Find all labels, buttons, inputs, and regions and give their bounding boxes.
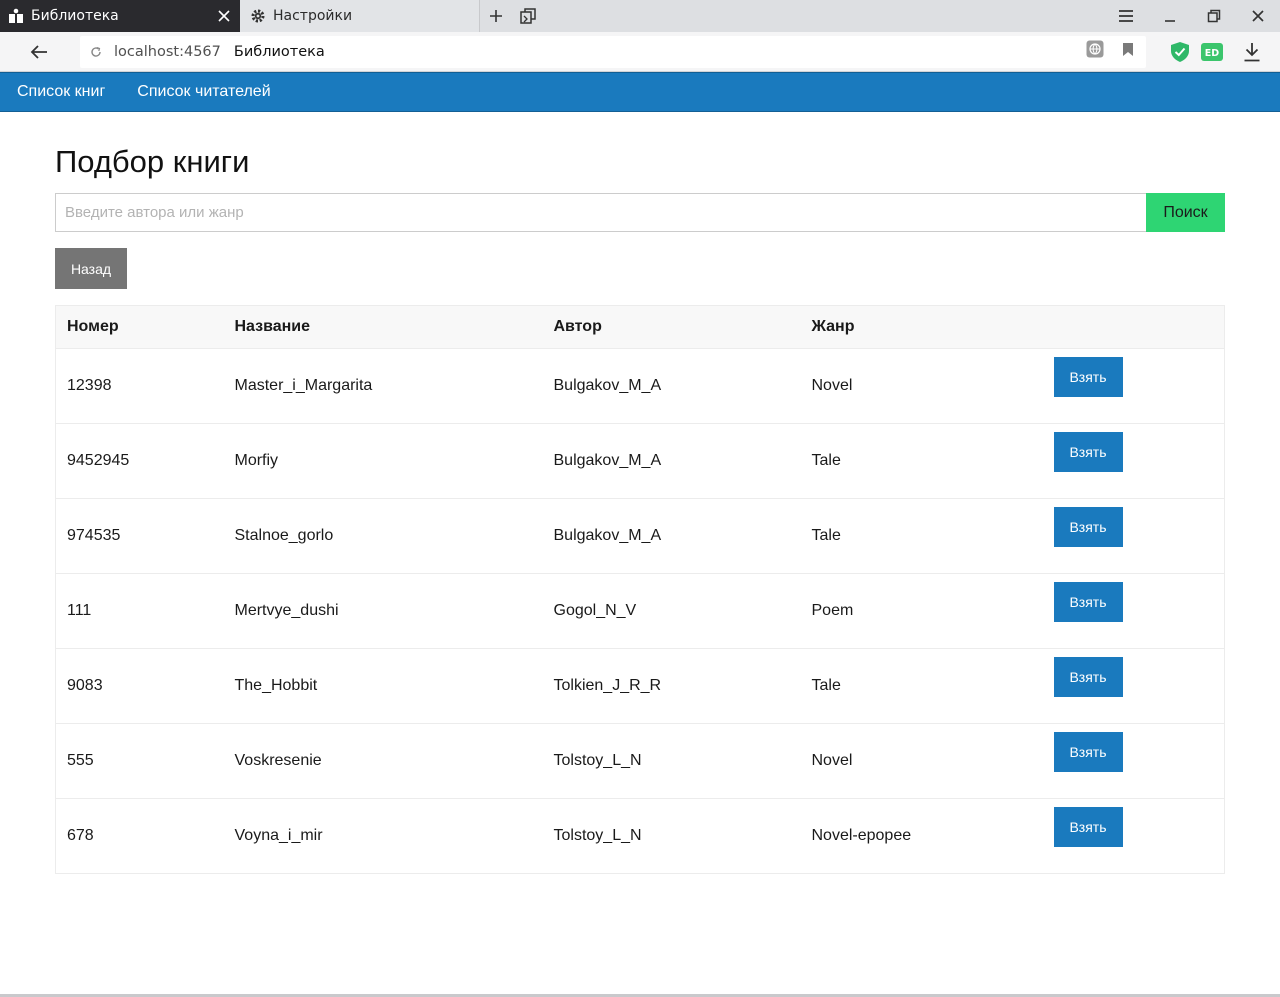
download-icon[interactable] bbox=[1241, 41, 1263, 63]
url-field[interactable]: localhost:4567 Библиотека bbox=[80, 36, 1146, 68]
reload-icon[interactable] bbox=[89, 45, 103, 59]
cell-number: 555 bbox=[67, 752, 94, 769]
cell-genre: Novel-epopee bbox=[811, 827, 912, 844]
table-row: 9452945 Morfiy Bulgakov_M_A Tale Взять bbox=[55, 423, 1225, 499]
table-row: 974535 Stalnoe_gorlo Bulgakov_M_A Tale В… bbox=[55, 498, 1225, 574]
cell-author: Gogol_N_V bbox=[553, 602, 637, 619]
back-button[interactable]: Назад bbox=[55, 248, 127, 289]
extension-ed-icon[interactable]: ED bbox=[1201, 41, 1223, 63]
header-author: Автор bbox=[553, 318, 602, 335]
cell-number: 9452945 bbox=[67, 452, 130, 469]
tab-library[interactable]: Библиотека bbox=[0, 0, 240, 32]
close-tab-icon[interactable] bbox=[216, 8, 232, 24]
cell-author: Bulgakov_M_A bbox=[553, 527, 662, 544]
take-book-button[interactable]: Взять bbox=[1053, 432, 1123, 472]
cell-title: Stalnoe_gorlo bbox=[234, 527, 334, 544]
cell-number: 678 bbox=[67, 827, 94, 844]
cell-author: Tolkien_J_R_R bbox=[553, 677, 662, 694]
restore-icon[interactable] bbox=[1204, 6, 1224, 26]
table-row: 12398 Master_i_Margarita Bulgakov_M_A No… bbox=[55, 348, 1225, 424]
back-arrow-icon[interactable] bbox=[28, 42, 50, 62]
cell-author: Tolstoy_L_N bbox=[553, 752, 642, 769]
new-tab-icon[interactable] bbox=[486, 6, 506, 26]
take-book-button[interactable]: Взять bbox=[1053, 657, 1123, 697]
tab-label: Библиотека bbox=[31, 8, 119, 24]
url-page-title: Библиотека bbox=[233, 44, 325, 60]
cell-genre: Poem bbox=[811, 602, 854, 619]
header-number: Номер bbox=[67, 318, 119, 335]
library-icon bbox=[8, 8, 24, 24]
url-host: localhost:4567 bbox=[114, 44, 221, 60]
site-navbar: Список книг Список читателей bbox=[0, 72, 1280, 112]
table-row: 678 Voyna_i_mir Tolstoy_L_N Novel-epopee… bbox=[55, 798, 1225, 874]
cell-genre: Tale bbox=[811, 452, 841, 469]
table-row: 111 Mertvye_dushi Gogol_N_V Poem Взять bbox=[55, 573, 1225, 649]
take-book-button[interactable]: Взять bbox=[1053, 582, 1123, 622]
minimize-icon[interactable] bbox=[1160, 6, 1180, 26]
page-title: Подбор книги bbox=[55, 144, 250, 179]
tab-list-icon[interactable] bbox=[518, 6, 538, 26]
bookmark-icon[interactable] bbox=[1119, 40, 1137, 58]
search-input[interactable] bbox=[55, 193, 1147, 232]
cell-title: Master_i_Margarita bbox=[234, 377, 373, 394]
cell-genre: Tale bbox=[811, 527, 841, 544]
cell-number: 12398 bbox=[67, 377, 112, 394]
cell-genre: Novel bbox=[811, 752, 853, 769]
cell-number: 111 bbox=[67, 602, 92, 619]
cell-number: 974535 bbox=[67, 527, 121, 544]
cell-genre: Novel bbox=[811, 377, 853, 394]
tab-settings[interactable]: Настройки bbox=[240, 0, 480, 32]
table-row: 9083 The_Hobbit Tolkien_J_R_R Tale Взять bbox=[55, 648, 1225, 724]
cell-title: Mertvye_dushi bbox=[234, 602, 339, 619]
cell-title: Voyna_i_mir bbox=[234, 827, 323, 844]
header-title: Название bbox=[234, 318, 311, 335]
address-bar: localhost:4567 Библиотека bbox=[0, 32, 1280, 72]
cell-action: Взять bbox=[1043, 499, 1225, 574]
table-header-row: Номер Название Автор Жанр bbox=[55, 305, 1225, 349]
header-action bbox=[1043, 306, 1225, 349]
translate-icon[interactable] bbox=[1086, 40, 1104, 58]
take-book-button[interactable]: Взять bbox=[1053, 507, 1123, 547]
cell-action: Взять bbox=[1043, 349, 1225, 424]
close-window-icon[interactable] bbox=[1248, 6, 1268, 26]
cell-genre: Tale bbox=[811, 677, 841, 694]
cell-author: Bulgakov_M_A bbox=[553, 377, 662, 394]
tab-label: Настройки bbox=[273, 8, 353, 24]
menu-icon[interactable] bbox=[1116, 6, 1136, 26]
gear-icon bbox=[250, 8, 266, 24]
cell-action: Взять bbox=[1043, 649, 1225, 724]
nav-books-list[interactable]: Список книг bbox=[17, 83, 105, 101]
cell-action: Взять bbox=[1043, 574, 1225, 649]
cell-title: Voskresenie bbox=[234, 752, 322, 769]
cell-author: Bulgakov_M_A bbox=[553, 452, 662, 469]
books-table: Номер Название Автор Жанр 12398 Master_i… bbox=[55, 305, 1225, 874]
shield-icon[interactable] bbox=[1169, 41, 1191, 63]
take-book-button[interactable]: Взять bbox=[1053, 807, 1123, 847]
cell-number: 9083 bbox=[67, 677, 103, 694]
cell-action: Взять bbox=[1043, 424, 1225, 499]
take-book-button[interactable]: Взять bbox=[1053, 357, 1123, 397]
table-row: 555 Voskresenie Tolstoy_L_N Novel Взять bbox=[55, 723, 1225, 799]
take-book-button[interactable]: Взять bbox=[1053, 732, 1123, 772]
cell-title: The_Hobbit bbox=[234, 677, 318, 694]
search-button[interactable]: Поиск bbox=[1146, 193, 1225, 232]
browser-tab-bar: Библиотека Настройки bbox=[0, 0, 1280, 32]
extension-ed-label: ED bbox=[1205, 48, 1219, 59]
header-genre: Жанр bbox=[811, 318, 855, 335]
cell-action: Взять bbox=[1043, 724, 1225, 799]
nav-readers-list[interactable]: Список читателей bbox=[137, 83, 270, 101]
cell-title: Morfiy bbox=[234, 452, 279, 469]
cell-author: Tolstoy_L_N bbox=[553, 827, 642, 844]
cell-action: Взять bbox=[1043, 799, 1225, 874]
